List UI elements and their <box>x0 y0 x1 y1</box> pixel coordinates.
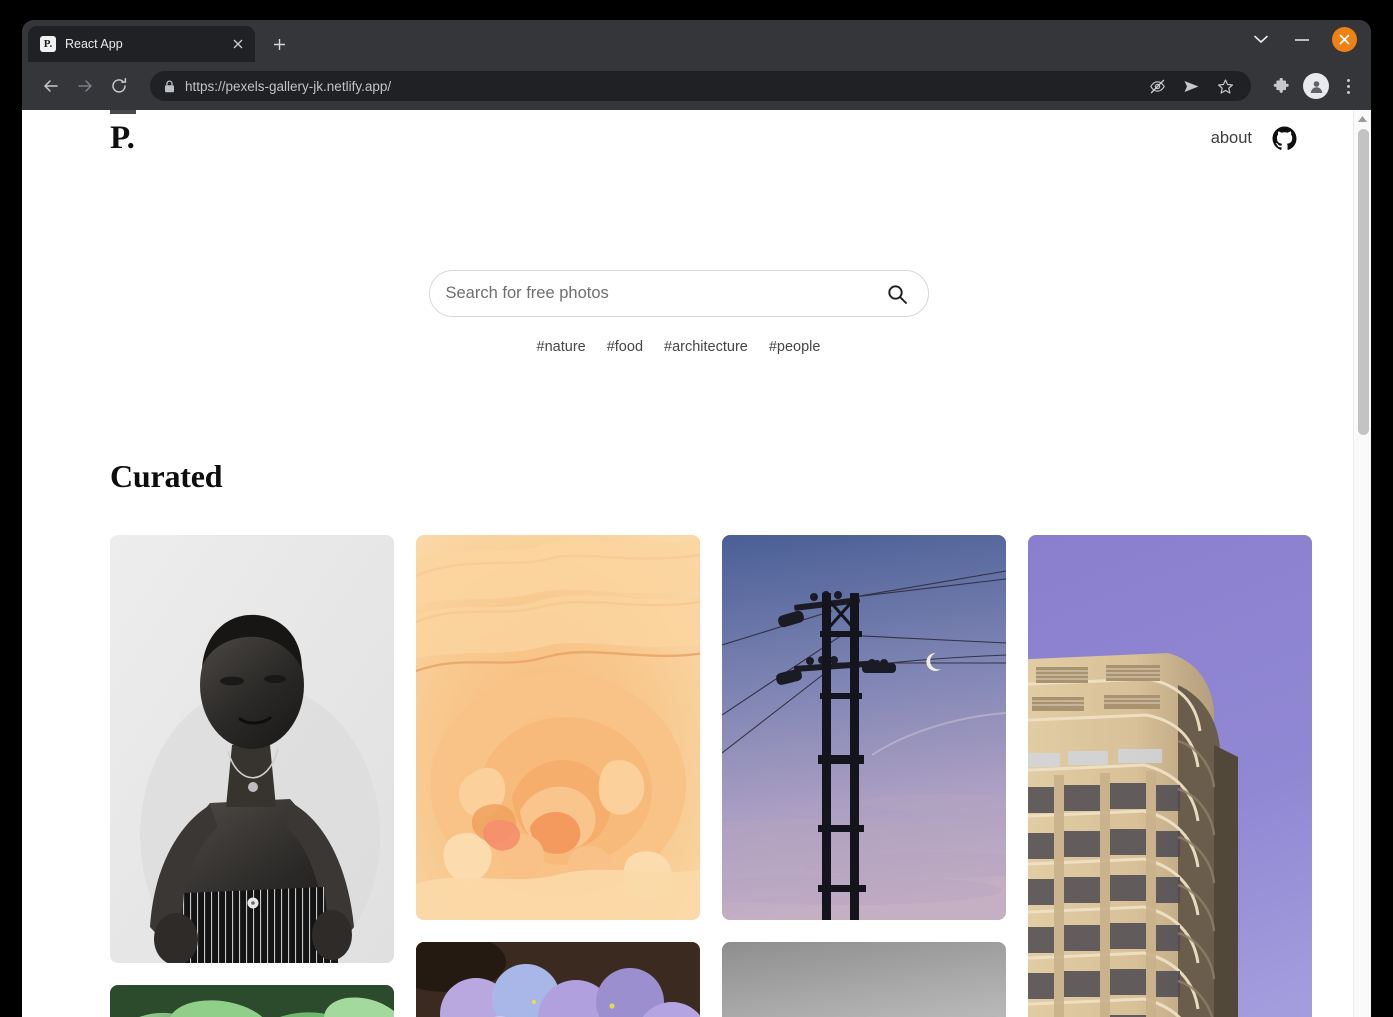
page-scrollbar[interactable] <box>1353 110 1371 1017</box>
tab-close-icon[interactable] <box>229 35 247 53</box>
tab-strip: P. React App <box>22 20 1371 62</box>
menu-dot <box>1346 90 1350 94</box>
reload-icon[interactable] <box>104 71 134 101</box>
browser-toolbar: https://pexels-gallery-jk.netlify.app/ <box>22 62 1371 110</box>
web-page: P. about Search for free photos #nature … <box>22 110 1353 1017</box>
gallery-column <box>722 535 1006 1017</box>
minimize-icon[interactable] <box>1291 29 1313 51</box>
gallery-column <box>110 535 394 1017</box>
nav-link-about[interactable]: about <box>1211 129 1252 148</box>
search-icon[interactable] <box>886 283 908 305</box>
lock-icon <box>164 79 175 93</box>
scrolled-top-bar <box>110 110 136 114</box>
omnibox-actions <box>1143 72 1239 100</box>
scrollbar-thumb[interactable] <box>1358 129 1369 435</box>
photo-gray-placeholder[interactable] <box>722 942 1006 1017</box>
screen: P. React App https://pexels-gallery-jk.n… <box>0 0 1393 1017</box>
gallery-column <box>1028 535 1312 1017</box>
tab-title: React App <box>65 37 123 51</box>
gallery-section: Curated <box>110 458 1312 1017</box>
site-logo[interactable]: P. <box>110 122 135 155</box>
forward-arrow-icon[interactable] <box>70 71 100 101</box>
page-viewport: P. about Search for free photos #nature … <box>22 110 1371 1017</box>
scroll-up-arrow-icon[interactable] <box>1354 110 1371 127</box>
browser-tab[interactable]: P. React App <box>28 26 255 62</box>
url-text: https://pexels-gallery-jk.netlify.app/ <box>185 78 392 94</box>
browser-window: P. React App https://pexels-gallery-jk.n… <box>22 20 1371 1017</box>
address-bar[interactable]: https://pexels-gallery-jk.netlify.app/ <box>150 71 1251 101</box>
menu-dot <box>1346 78 1350 82</box>
tag-food[interactable]: #food <box>607 339 643 355</box>
menu-dot <box>1346 84 1350 88</box>
photo-green-succulent[interactable] <box>110 985 394 1017</box>
photo-peach-rose[interactable] <box>416 535 700 920</box>
send-icon[interactable] <box>1177 72 1205 100</box>
window-controls <box>1250 27 1371 62</box>
extensions-puzzle-icon[interactable] <box>1267 72 1295 100</box>
search-section: #nature #food #architecture #people <box>22 270 1335 355</box>
photo-portrait-bw-man[interactable] <box>110 535 394 963</box>
eye-slash-icon[interactable] <box>1143 72 1171 100</box>
search-box[interactable] <box>428 270 929 317</box>
favicon-icon: P. <box>40 36 56 52</box>
tag-people[interactable]: #people <box>769 339 821 355</box>
star-icon[interactable] <box>1211 72 1239 100</box>
back-arrow-icon[interactable] <box>36 71 66 101</box>
photo-apartment-tower[interactable] <box>1028 535 1312 1017</box>
new-tab-button[interactable] <box>265 30 293 58</box>
tag-list: #nature #food #architecture #people <box>537 339 821 355</box>
profile-avatar-icon[interactable] <box>1303 73 1329 99</box>
tag-nature[interactable]: #nature <box>537 339 586 355</box>
photo-masonry <box>110 535 1312 1017</box>
gallery-column <box>416 535 700 1017</box>
photo-utility-pole-dusk[interactable] <box>722 535 1006 920</box>
page-title: Curated <box>110 458 223 494</box>
site-nav: about <box>1211 126 1297 151</box>
github-icon[interactable] <box>1272 126 1297 151</box>
three-dot-menu-icon[interactable] <box>1335 73 1361 99</box>
photo-purple-hydrangea[interactable] <box>416 942 700 1017</box>
search-input[interactable] <box>445 284 886 303</box>
chevron-down-icon[interactable] <box>1250 29 1272 51</box>
tag-architecture[interactable]: #architecture <box>664 339 748 355</box>
window-close-icon[interactable] <box>1332 27 1357 52</box>
